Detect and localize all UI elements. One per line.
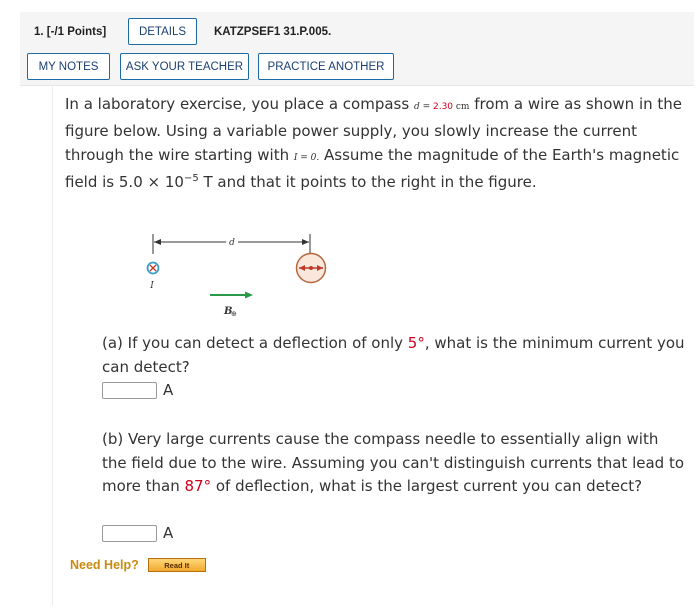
current-label: I — [149, 281, 154, 291]
earth-field-arrow — [210, 291, 253, 299]
current-equation: I = 0. — [293, 153, 320, 163]
question-page: 1. [-/1 Points] DETAILS KATZPSEF1 31.P.0… — [0, 0, 700, 611]
part-b-unit: A — [163, 524, 174, 542]
part-a-unit: A — [163, 381, 174, 399]
d-label: d — [229, 238, 235, 248]
problem-code: KATZPSEF1 31.P.005. — [214, 26, 332, 38]
part-b-answer-input[interactable] — [102, 524, 157, 542]
compass-wire-figure: d I B ⊕ — [146, 234, 327, 318]
points-label: 1. [-/1 Points] — [34, 26, 107, 38]
problem-statement: In a laboratory exercise, you place a co… — [65, 92, 683, 194]
d-equals: = — [419, 102, 433, 112]
d-unit: cm — [453, 102, 470, 112]
need-help-label: Need Help? — [70, 558, 139, 572]
details-button[interactable]: DETAILS — [128, 18, 197, 45]
ask-teacher-button[interactable]: ASK YOUR TEACHER — [120, 53, 249, 80]
compass-icon — [295, 252, 327, 284]
part-a-question: (a) If you can detect a deflection of on… — [102, 332, 687, 379]
part-b-answer: A — [102, 524, 173, 542]
part-b-angle: 87° — [184, 477, 212, 495]
question-header: 1. [-/1 Points] DETAILS KATZPSEF1 31.P.0… — [20, 12, 694, 86]
exponent: −5 — [183, 173, 199, 184]
d-arrowhead-left — [154, 239, 161, 245]
d-arrowhead-right — [302, 239, 309, 245]
problem-text-4: T and that it points to the right in the… — [198, 173, 537, 191]
field-subscript: ⊕ — [231, 310, 237, 318]
my-notes-button[interactable]: MY NOTES — [27, 53, 110, 80]
problem-text-1: In a laboratory exercise, you place a co… — [65, 95, 414, 113]
help-section: Need Help? Read It — [70, 558, 206, 572]
part-a-answer-input[interactable] — [102, 381, 157, 399]
wire-into-page-icon — [146, 261, 160, 275]
part-a-answer: A — [102, 381, 173, 399]
part-a-angle: 5° — [407, 334, 425, 352]
read-it-button[interactable]: Read It — [147, 558, 206, 572]
practice-another-button[interactable]: PRACTICE ANOTHER — [258, 53, 394, 80]
part-a-text-1: (a) If you can detect a deflection of on… — [102, 334, 408, 352]
part-b-text-2: of deflection, what is the largest curre… — [211, 477, 643, 495]
d-value: 2.30 — [432, 102, 454, 112]
part-b-question: (b) Very large currents cause the compas… — [102, 428, 687, 499]
